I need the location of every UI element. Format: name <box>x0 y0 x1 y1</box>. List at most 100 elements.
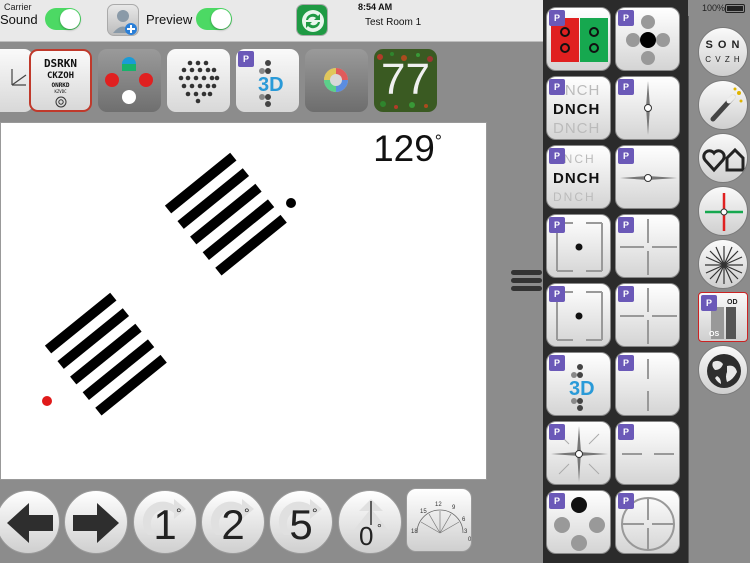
badge-p: P <box>549 217 565 233</box>
red-green-cross-icon <box>705 193 743 231</box>
degree-symbol: ° <box>312 505 318 521</box>
badge-p: P <box>549 148 565 164</box>
sound-label: Sound <box>0 12 38 27</box>
chart-thumb-color-wheel[interactable] <box>305 49 368 112</box>
dial-label-15: 15 <box>420 509 427 515</box>
chart-selector-row: DSRKN CKZOH ONRKD KZVDC P 3D 77 <box>0 45 543 117</box>
battery-icon <box>725 4 745 13</box>
category-kids-button[interactable] <box>698 133 748 183</box>
tile-dots-cross[interactable]: P <box>615 7 680 71</box>
chart-thumb-dot-array[interactable] <box>167 49 230 112</box>
category-astigmatism-button[interactable] <box>698 239 748 289</box>
badge-p: P <box>618 148 634 164</box>
tile-horizontal-split[interactable]: P <box>615 421 680 485</box>
preview-toggle[interactable] <box>196 8 232 30</box>
add-patient-button[interactable] <box>107 4 139 36</box>
dial-label-18: 18 <box>411 529 418 535</box>
target-icon <box>55 96 67 108</box>
control-bar: 1 ° 2 ° 5 ° 0 ° 12 9 15 6 18 3 0 <box>0 484 543 563</box>
badge-p: P <box>549 355 565 371</box>
sync-icon <box>297 5 327 35</box>
badge-p: P <box>618 10 634 26</box>
category-letters-button[interactable]: S O N C V Z H <box>698 27 748 77</box>
category-magic-button[interactable] <box>698 80 748 130</box>
category-binocular-button[interactable]: P OD OS <box>698 292 748 342</box>
letters-line-3: ONRKD <box>51 82 70 89</box>
grating-lower <box>44 292 167 416</box>
tile-cross-2[interactable]: P <box>615 283 680 347</box>
reset-value-label: 0 <box>359 521 374 551</box>
battery-percent: 100% <box>702 3 726 13</box>
chart-display[interactable]: 129° <box>0 122 487 480</box>
category-world-button[interactable] <box>698 345 748 395</box>
previous-button[interactable] <box>0 490 60 554</box>
tile-horizontal-line[interactable]: P <box>615 145 680 209</box>
room-name: Test Room 1 <box>365 17 422 28</box>
chart-thumb-letters[interactable]: DSRKN CKZOH ONRKD KZVDC <box>29 49 92 112</box>
badge-p: P <box>618 217 634 233</box>
letters-row-dark: DNCH <box>553 101 601 118</box>
rotate-5-degree-button[interactable]: 5 ° <box>269 490 333 554</box>
tile-vertical-split[interactable]: P <box>615 352 680 416</box>
degree-symbol: ° <box>244 505 250 521</box>
category-letters-bottom: C V Z H <box>705 55 741 64</box>
tile-cross-dial[interactable]: P <box>546 421 611 485</box>
globe-icon <box>707 354 741 388</box>
arrow-left-icon <box>7 503 53 543</box>
tile-vertical-line[interactable]: P <box>615 76 680 140</box>
dial-label-0: 0 <box>468 537 472 543</box>
reset-angle-button[interactable]: 0 ° <box>338 490 402 554</box>
category-letters-top: S O N <box>705 39 741 51</box>
badge-p: P <box>549 493 565 509</box>
tile-cross[interactable]: P <box>615 214 680 278</box>
astigmatism-grating <box>42 152 296 416</box>
dial-label-12: 12 <box>435 502 442 508</box>
tile-box-dot[interactable]: P <box>546 214 611 278</box>
heart-house-icon <box>702 147 745 173</box>
letters-row-faded: DNCH <box>553 190 596 204</box>
category-column: S O N C V Z H P OD OS <box>688 16 750 563</box>
tile-letters-fade[interactable]: P DNCH DNCH DNCH <box>546 76 611 140</box>
tile-crosshair-circle[interactable]: P <box>615 490 680 554</box>
add-patient-icon <box>113 10 137 35</box>
next-button[interactable] <box>64 490 128 554</box>
axis-dial-button[interactable]: 12 9 15 6 18 3 0 <box>406 488 472 552</box>
step-2-label: 2 <box>221 501 245 548</box>
degree-symbol: ° <box>377 521 382 535</box>
badge-p: P <box>238 51 254 67</box>
sound-toggle[interactable] <box>45 8 81 30</box>
sync-button[interactable] <box>296 4 328 36</box>
tile-3d[interactable]: P 3D <box>546 352 611 416</box>
tile-letters-size[interactable]: P DNCH DNCH DNCH <box>546 145 611 209</box>
top-bar: Carrier Sound Preview 8:54 AM Test Room … <box>0 0 543 42</box>
category-fixation-button[interactable] <box>698 186 748 236</box>
step-1-label: 1 <box>153 501 177 548</box>
rotate-2-degree-button[interactable]: 2 ° <box>201 490 265 554</box>
letters-line-4: KZVDC <box>54 89 67 94</box>
tile-four-dots[interactable]: P <box>546 490 611 554</box>
svg-text:3D: 3D <box>569 378 595 400</box>
badge-p: P <box>549 286 565 302</box>
preview-label: Preview <box>146 12 193 27</box>
fixation-dot-black <box>286 198 296 208</box>
panel-drag-handle[interactable] <box>511 270 542 296</box>
letters-row-faded: DNCH <box>553 120 601 137</box>
od-label: OD <box>727 299 738 306</box>
status-bar-right: 100% <box>688 0 750 16</box>
chart-thumb-3d[interactable]: P 3D <box>236 49 299 112</box>
badge-p: P <box>549 10 565 26</box>
grating-upper <box>164 152 287 276</box>
letters-line-1: DSRKN <box>43 57 78 70</box>
tile-red-green[interactable]: P <box>546 7 611 71</box>
carrier-label: Carrier <box>4 2 32 12</box>
tile-box-dot-2[interactable]: P <box>546 283 611 347</box>
chart-thumb-color-plate[interactable]: 77 <box>374 49 437 112</box>
chart-thumb-worth-dots[interactable] <box>98 49 161 112</box>
badge-p: P <box>549 79 565 95</box>
fixation-dot-red <box>42 396 52 406</box>
dial-label-9: 9 <box>452 505 456 511</box>
badge-p: P <box>618 286 634 302</box>
rotate-1-degree-button[interactable]: 1 ° <box>133 490 197 554</box>
step-5-label: 5 <box>289 501 313 548</box>
badge-p: P <box>701 295 717 311</box>
